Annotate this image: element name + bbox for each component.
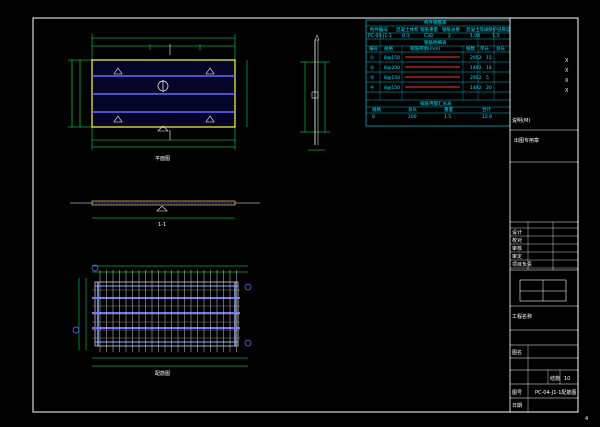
sig-row-label: 校对	[512, 237, 522, 244]
rebar-grid-view: 配筋图	[72, 264, 252, 377]
schedule-r1: 0.3	[402, 33, 409, 39]
company-char-4: X	[565, 88, 569, 94]
bar-row-spec: 8@200	[384, 65, 400, 71]
bar-h4: 单长	[480, 45, 489, 52]
stamp-label: 出图专用章	[514, 137, 539, 144]
bar-row-4: ④ 8@150 1492 20	[366, 85, 510, 93]
bar-row-spec: 8@150	[384, 55, 400, 61]
table-note: 说明(M)	[512, 117, 530, 124]
schedule-r4: 1.08	[470, 33, 480, 39]
rebar-view-label: 配筋图	[155, 370, 170, 377]
bar-h1: 规格	[384, 45, 393, 52]
bar-row-id: ③	[370, 75, 374, 81]
schedule-tables: 构件钢筋表 构件编号 混凝土体积 钢筋重量 钢筋总重 混凝土等级 保护层厚度 P…	[365, 19, 530, 127]
bar-row-id: ②	[370, 65, 374, 71]
sheet-title: PC-04-J1-1配筋图	[535, 389, 576, 396]
cad-drawing-canvas[interactable]: 4 平面图 1-1 配筋图 构件钢筋表 构件编号 混凝土体积 钢筋重量 钢筋总重…	[0, 0, 600, 427]
title-block: X X X X 出图专用章 设计 校对 审核 审定 项目负责 工程名称 图名 结…	[509, 18, 578, 412]
bar-row-qty: 5	[486, 75, 489, 81]
summary-r2: 1.5	[444, 114, 451, 120]
section-label: 1-1	[158, 222, 166, 228]
schedule-r5: 1.3	[492, 33, 499, 39]
schedule-h5: 保护层厚度	[488, 26, 511, 33]
bar-h5: 总长	[496, 45, 505, 52]
schedule-r3: 2	[448, 33, 451, 39]
side-section	[300, 34, 330, 151]
signature-rows: 设计 校对 审核 审定 项目负责	[510, 222, 578, 270]
schedule-h2: 钢筋重量	[420, 26, 438, 33]
bar-row-2: ② 8@200 1492 18	[366, 65, 510, 73]
schedule-h3: 钢筋总重	[442, 26, 460, 33]
schedule-r2: C30	[424, 33, 433, 39]
sig-row-label: 设计	[512, 229, 522, 236]
bar-row-qty: 20	[486, 85, 492, 91]
summary-h3: 合计	[482, 106, 491, 113]
bar-row-id: ④	[370, 85, 374, 91]
summary-r3: 12.8	[482, 114, 492, 120]
bar-h3: 根数	[466, 45, 475, 52]
bar-row-qty: 15	[486, 55, 492, 61]
corner-code: 4	[585, 416, 588, 422]
schedule-h1: 混凝土体积	[396, 26, 419, 33]
bar-row-spec: 8@150	[384, 75, 400, 81]
bar-row-len: 2952	[470, 75, 482, 81]
company-char-3: X	[565, 78, 569, 84]
bar-h2: 钢筋简图(mm)	[410, 45, 441, 52]
summary-r0: 8	[372, 114, 375, 120]
summary-title: 钢筋用量汇总表	[420, 100, 452, 107]
date-label: 日期	[512, 403, 522, 409]
summary-r1: 200	[408, 114, 417, 120]
bar-row-len: 2952	[470, 55, 482, 61]
plan-view: 平面图	[68, 34, 248, 162]
bar-row-spec: 8@150	[384, 85, 400, 91]
bar-row-1: ① 8@150 2952 15	[366, 55, 510, 63]
bar-row-len: 1492	[470, 65, 482, 71]
summary-h0: 规格	[372, 106, 381, 113]
project-label: 工程名称	[512, 313, 532, 320]
plan-view-label: 平面图	[155, 156, 170, 162]
drawing-no-label: 图号	[512, 390, 522, 396]
company-char-1: X	[565, 58, 569, 64]
drawing-name-label: 图名	[512, 349, 522, 356]
sheet-no: 10	[564, 376, 570, 382]
bar-row-len: 1492	[470, 85, 482, 91]
sig-row-label: 审核	[512, 245, 522, 252]
summary-h2: 重量	[444, 106, 453, 113]
bar-row-id: ①	[370, 55, 374, 61]
schedule-h0: 构件编号	[370, 26, 388, 33]
section-1-1: 1-1	[70, 200, 260, 228]
bar-row-3: ③ 8@150 2952 5	[366, 75, 510, 83]
bar-row-qty: 18	[486, 65, 492, 71]
schedule-h4: 混凝土等级	[466, 26, 489, 33]
company-char-2: X	[565, 68, 569, 74]
sig-row-label: 项目负责	[512, 261, 532, 268]
schedule-title: 构件钢筋表	[424, 19, 447, 26]
summary-h1: 总长	[408, 106, 417, 113]
sig-row-label: 审定	[512, 253, 522, 260]
bar-table-title: 钢筋明细表	[424, 39, 447, 46]
bar-h0: 编号	[369, 45, 378, 52]
sheet-label: 结施	[550, 375, 560, 382]
